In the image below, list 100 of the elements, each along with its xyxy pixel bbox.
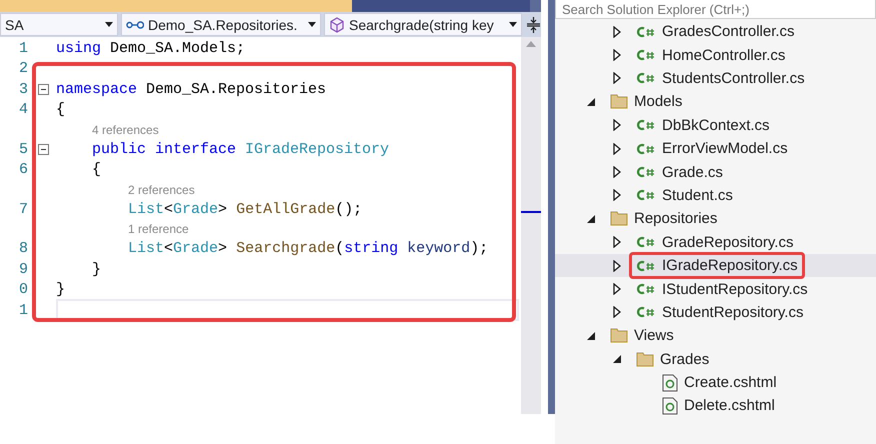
expanded-arrow-icon[interactable] [613, 355, 621, 364]
expanded-arrow-icon[interactable] [587, 332, 595, 340]
csharp-file-icon [636, 283, 656, 295]
file-name: Grade.cs [662, 164, 723, 181]
folder-icon [610, 211, 628, 226]
line-number: 2 [18, 60, 29, 78]
code-line: List<Grade> Searchgrade(string keyword); [127, 240, 488, 258]
collapse-icon[interactable] [38, 84, 48, 95]
tree-item[interactable]: Models [555, 90, 876, 114]
namespace-icon [126, 20, 144, 30]
code-line: public interface IGradeRepository [91, 140, 390, 158]
file-name: DbBkContext.cs [662, 116, 770, 134]
code-line: } [91, 260, 102, 278]
tree-item[interactable]: StudentsController.cs [555, 66, 876, 90]
csharp-file-icon [636, 72, 656, 84]
collapsed-arrow-icon[interactable] [613, 189, 621, 202]
code-line: using Demo_SA.Models; [56, 40, 246, 57]
tree-item[interactable]: Repositories [555, 207, 876, 231]
code-line: namespace Demo_SA.Repositories [56, 80, 326, 98]
expanded-arrow-icon[interactable] [587, 214, 595, 223]
collapsed-arrow-icon[interactable] [613, 166, 621, 178]
tree-item[interactable]: StudentRepository.cs [555, 300, 876, 324]
caret-position-marker [521, 211, 541, 213]
tree-item[interactable]: GradesController.cs [555, 20, 876, 44]
collapsed-arrow-icon[interactable] [613, 306, 621, 318]
csharp-file-icon [636, 166, 656, 178]
collapsed-arrow-icon[interactable] [613, 260, 621, 272]
tree-item[interactable]: Grade.cs [555, 160, 876, 184]
collapsed-arrow-icon[interactable] [613, 282, 621, 295]
line-number: 7 [18, 200, 29, 218]
csharp-file-icon [636, 236, 656, 248]
file-name: Repositories [634, 210, 718, 228]
csharp-file-icon [636, 306, 656, 318]
file-name: Models [634, 93, 682, 110]
collapsed-arrow-icon[interactable] [613, 119, 621, 132]
line-number: 5 [18, 140, 29, 158]
file-name: HomeController.cs [662, 46, 786, 64]
line-number: 8 [18, 240, 29, 258]
line-number: 0 [18, 281, 29, 298]
file-name: StudentRepository.cs [662, 304, 804, 321]
dropdown-caret-icon [509, 22, 517, 27]
razor-file-icon [662, 396, 678, 415]
line-number: 9 [18, 260, 29, 278]
line-number: 3 [18, 80, 29, 98]
csharp-file-icon [636, 260, 656, 272]
collapsed-arrow-icon[interactable] [613, 72, 621, 84]
file-name: Views [634, 327, 674, 344]
dropdown-caret-icon [105, 22, 113, 27]
folder-icon [636, 352, 654, 367]
code-line: { [56, 101, 66, 118]
cube-icon [329, 16, 345, 32]
line-number: 1 [18, 302, 29, 319]
tree-item[interactable]: IGradeRepository.cs [555, 254, 876, 278]
tree-item[interactable]: Views [555, 324, 876, 348]
line-number: 6 [18, 161, 29, 178]
tree-item[interactable]: Grades [555, 347, 876, 371]
collapsed-arrow-icon[interactable] [613, 236, 621, 248]
file-name: Student.cs [662, 186, 733, 204]
tree-item[interactable]: Delete.cshtml [555, 394, 876, 418]
line-number: 4 [18, 101, 29, 118]
file-name: GradeRepository.cs [662, 234, 794, 251]
collapsed-arrow-icon[interactable] [613, 26, 621, 38]
folder-icon [610, 94, 628, 110]
csharp-file-icon [636, 142, 656, 155]
code-line: } [56, 281, 66, 298]
expanded-arrow-icon[interactable] [587, 98, 595, 106]
folder-icon [610, 328, 628, 344]
file-name: Grades [660, 350, 710, 368]
navigation-dropdown[interactable]: Searchgrade(string key [324, 13, 522, 36]
tree-item[interactable]: GradeRepository.cs [555, 230, 876, 254]
navigation-dropdown[interactable]: SA [0, 13, 118, 36]
tree-item[interactable]: ErrorViewModel.cs [555, 136, 876, 160]
csharp-file-icon [636, 49, 656, 62]
vertical-scrollbar[interactable] [521, 37, 541, 414]
collapsed-arrow-icon[interactable] [613, 142, 621, 155]
dropdown-caret-icon [308, 22, 316, 27]
tree-item[interactable]: DbBkContext.cs [555, 114, 876, 137]
file-name: ErrorViewModel.cs [662, 140, 788, 158]
file-name: IStudentRepository.cs [662, 280, 808, 298]
csharp-file-icon [636, 189, 656, 202]
tab-strip-background [530, 0, 541, 12]
file-name: StudentsController.cs [662, 70, 805, 87]
code-line: { [91, 161, 102, 178]
collapse-icon[interactable] [38, 144, 48, 155]
razor-file-icon [662, 374, 678, 392]
collapsed-arrow-icon[interactable] [613, 49, 621, 62]
file-name: Delete.cshtml [684, 397, 775, 414]
tree-item[interactable]: HomeController.cs [555, 43, 876, 67]
csharp-file-icon [636, 119, 656, 132]
tree-item[interactable]: Student.cs [555, 184, 876, 208]
csharp-file-icon [636, 26, 656, 38]
file-name: GradesController.cs [662, 23, 795, 40]
search-field[interactable]: Search Solution Explorer (Ctrl+;) [555, 0, 876, 19]
tree-item[interactable]: IStudentRepository.cs [555, 277, 876, 301]
tree-item[interactable]: Create.cshtml [555, 370, 876, 394]
line-number: 1 [18, 40, 29, 57]
navigation-dropdown[interactable]: Demo_SA.Repositories. [121, 13, 321, 36]
file-name: Create.cshtml [684, 374, 777, 392]
split-window-icon[interactable] [526, 16, 540, 32]
file-name: IGradeRepository.cs [662, 257, 798, 274]
